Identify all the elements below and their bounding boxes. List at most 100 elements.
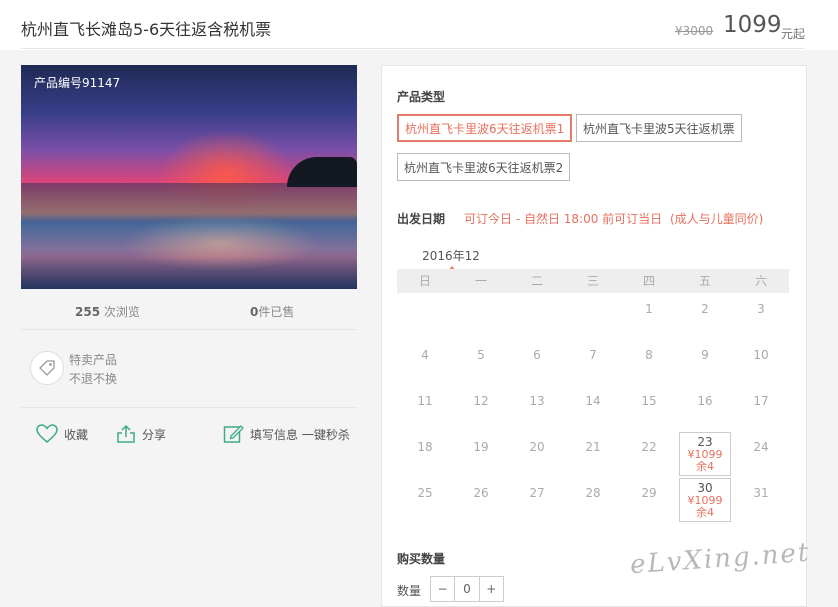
date-number: 8: [645, 348, 653, 362]
weekday-fri: 五: [698, 274, 711, 288]
date-number: 10: [753, 348, 769, 362]
calendar-date: 29: [622, 478, 676, 522]
original-price: ¥3000: [675, 24, 714, 38]
product-type-label: 产品类型: [397, 90, 446, 104]
calendar-date: 3: [734, 294, 788, 338]
heart-icon: [36, 424, 58, 443]
date-number: 14: [585, 394, 601, 408]
sold-label: 件已售: [258, 305, 295, 319]
calendar-date: 5: [454, 340, 508, 384]
quantity-plus-button[interactable]: +: [480, 577, 503, 601]
date-number: 31: [753, 486, 769, 500]
favorite-label: 收藏: [64, 427, 89, 442]
photo-sea: [21, 183, 357, 289]
date-number: 23: [697, 435, 713, 449]
date-number: 20: [529, 440, 545, 454]
calendar-date: 9: [678, 340, 732, 384]
price-unit: 元起: [781, 27, 806, 41]
date-number: 3: [757, 302, 765, 316]
date-number: 9: [701, 348, 709, 362]
calendar-date: 20: [510, 432, 564, 476]
type-option-2[interactable]: 杭州直飞卡里波5天往返机票: [576, 114, 742, 142]
weekday-thu: 四: [642, 274, 655, 288]
date-number: 7: [589, 348, 597, 362]
edit-icon: [223, 425, 244, 443]
product-photo[interactable]: 产品编号91147: [21, 65, 357, 289]
calendar-date: 1: [622, 294, 676, 338]
calendar-date-available[interactable]: 23 ¥1099 余4: [679, 432, 731, 476]
calendar-date: 31: [734, 478, 788, 522]
quantity-value[interactable]: 0: [454, 577, 480, 601]
weekday-sat: 六: [754, 274, 767, 288]
date-number: 18: [417, 440, 433, 454]
calendar-date: 2: [678, 294, 732, 338]
current-price: 1099: [723, 12, 782, 38]
date-number: 21: [585, 440, 601, 454]
weekday-mon: 一: [474, 274, 487, 288]
date-number: 1: [645, 302, 653, 316]
month-label: 2016年12: [422, 249, 480, 263]
share-label: 分享: [142, 427, 167, 442]
share-button[interactable]: 分享: [116, 424, 166, 444]
left-divider-2: [21, 407, 357, 408]
departure-date-label: 出发日期: [397, 212, 446, 226]
weekday-header: 日 一 二 三 四 五 六: [397, 269, 789, 293]
calendar-date: 10: [734, 340, 788, 384]
calendar-date: 21: [566, 432, 620, 476]
calendar-date: 27: [510, 478, 564, 522]
calendar-date: 4: [398, 340, 452, 384]
quantity-minus-button[interactable]: −: [431, 577, 454, 601]
left-divider-1: [21, 329, 357, 330]
calendar-date: 28: [566, 478, 620, 522]
date-number: 17: [753, 394, 769, 408]
calendar-date: 11: [398, 386, 452, 430]
weekday-sun: 日: [418, 274, 431, 288]
fill-info-button[interactable]: 填写信息 一键秒杀: [223, 424, 350, 444]
date-number: 15: [641, 394, 657, 408]
tag-icon: [39, 360, 55, 376]
special-product-label: 特卖产品: [69, 353, 118, 367]
date-number: 19: [473, 440, 489, 454]
date-number: 29: [641, 486, 657, 500]
sold-stat: 0件已售: [250, 303, 294, 320]
type-option-3[interactable]: 杭州直飞卡里波6天往返机票2: [397, 153, 571, 181]
calendar-date-available[interactable]: 30 ¥1099 余4: [679, 478, 731, 522]
calendar-date: 16: [678, 386, 732, 430]
date-number: 2: [701, 302, 709, 316]
photo-trees: [287, 157, 357, 187]
date-number: 28: [585, 486, 601, 500]
booking-panel: 产品类型 杭州直飞卡里波6天往返机票1 杭州直飞卡里波5天往返机票 杭州直飞卡里…: [381, 65, 807, 607]
date-stock: 余4: [696, 506, 714, 519]
price-note: (成人与儿童同价): [670, 212, 764, 226]
calendar-date: 25: [398, 478, 452, 522]
quantity-label: 数量: [397, 584, 422, 598]
calendar-date: 26: [454, 478, 508, 522]
calendar-date: 17: [734, 386, 788, 430]
share-icon: [117, 424, 135, 443]
fill-info-label: 填写信息 一键秒杀: [250, 427, 350, 442]
date-number: 24: [753, 440, 769, 454]
calendar-date: 19: [454, 432, 508, 476]
quantity-stepper[interactable]: − 0 +: [430, 576, 504, 602]
date-number: 22: [641, 440, 657, 454]
views-count: 255: [75, 305, 101, 319]
weekday-wed: 三: [586, 274, 599, 288]
date-number: 6: [533, 348, 541, 362]
favorite-button[interactable]: 收藏: [36, 424, 88, 444]
tag-badge: [30, 351, 64, 385]
date-number: 4: [421, 348, 429, 362]
calendar-date: 14: [566, 386, 620, 430]
month-tab[interactable]: 2016年12: [419, 247, 483, 271]
date-number: 25: [417, 486, 433, 500]
views-stat: 255 次浏览: [75, 303, 140, 320]
calendar-date: 15: [622, 386, 676, 430]
date-stock: 余4: [696, 460, 714, 473]
date-number: 26: [473, 486, 489, 500]
calendar-date: 7: [566, 340, 620, 384]
type-option-1[interactable]: 杭州直飞卡里波6天往返机票1: [397, 114, 573, 142]
weekday-tue: 二: [530, 274, 543, 288]
calendar-date: 18: [398, 432, 452, 476]
date-number: 12: [473, 394, 489, 408]
date-number: 16: [697, 394, 713, 408]
date-number: 30: [697, 481, 713, 495]
